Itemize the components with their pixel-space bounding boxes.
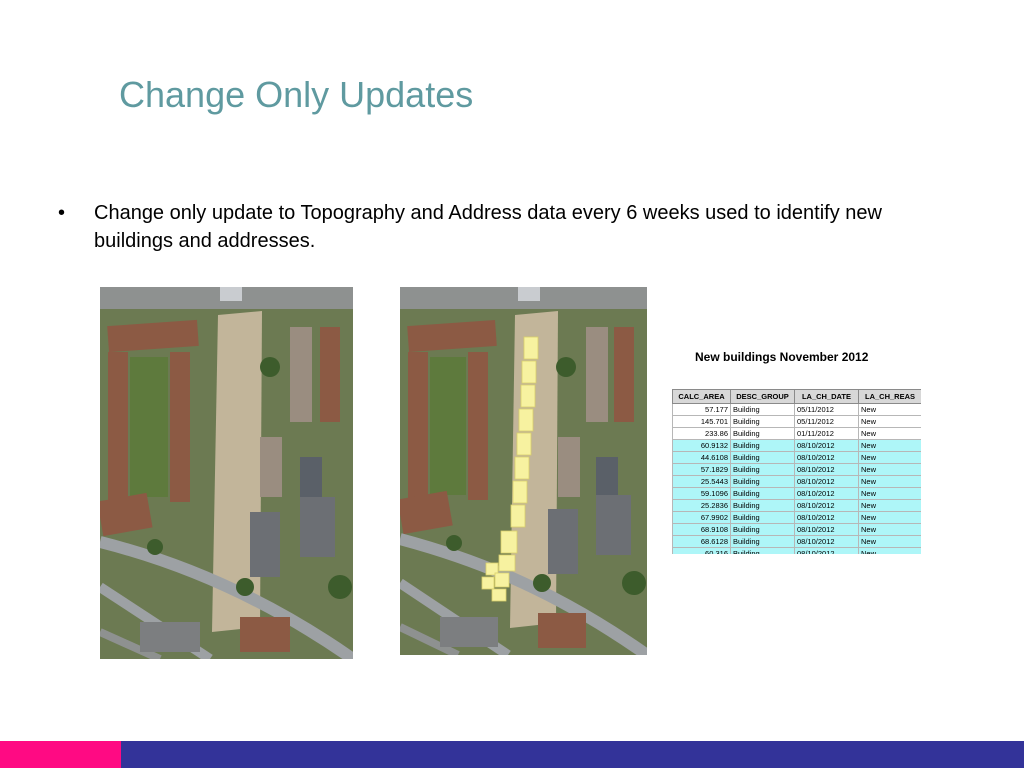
bullet-text: Change only update to Topography and Add… <box>94 202 882 252</box>
table-row[interactable]: 233.86 Building 01/11/2012 New <box>672 427 921 440</box>
cell-la-ch-reas: New <box>858 427 921 440</box>
cell-la-ch-reas: New <box>858 415 921 428</box>
table-row[interactable]: 145.701 Building 05/11/2012 New <box>672 415 921 428</box>
cell-la-ch-date: 05/11/2012 <box>794 403 859 416</box>
cell-desc-group: Building <box>730 547 795 554</box>
cell-desc-group: Building <box>730 415 795 428</box>
aerial-photo-after <box>400 287 647 655</box>
cell-desc-group: Building <box>730 403 795 416</box>
aerial-image-after <box>400 287 647 655</box>
cell-la-ch-date: 05/11/2012 <box>794 415 859 428</box>
table-header-row: CALC_AREA DESC_GROUP LA_CH_DATE LA_CH_RE… <box>672 389 921 404</box>
table-row[interactable]: 57.177 Building 05/11/2012 New <box>672 403 921 416</box>
cell-la-ch-date: 08/10/2012 <box>794 451 859 464</box>
cell-calc-area: 25.5443 <box>672 475 731 488</box>
cell-la-ch-reas: New <box>858 487 921 500</box>
cell-desc-group: Building <box>730 511 795 524</box>
table-row[interactable]: 60.9132 Building 08/10/2012 New <box>672 439 921 452</box>
column-header-la-ch-date[interactable]: LA_CH_DATE <box>794 389 859 404</box>
cell-calc-area: 60.9132 <box>672 439 731 452</box>
cell-calc-area: 59.1096 <box>672 487 731 500</box>
cell-desc-group: Building <box>730 451 795 464</box>
slide-title: Change Only Updates <box>119 74 474 115</box>
cell-la-ch-date: 08/10/2012 <box>794 439 859 452</box>
table-row[interactable]: 68.6128 Building 08/10/2012 New <box>672 535 921 548</box>
cell-desc-group: Building <box>730 463 795 476</box>
cell-la-ch-reas: New <box>858 547 921 554</box>
cell-calc-area: 68.9108 <box>672 523 731 536</box>
table-caption: New buildings November 2012 <box>695 350 869 364</box>
cell-calc-area: 68.6128 <box>672 535 731 548</box>
cell-la-ch-date: 08/10/2012 <box>794 547 859 554</box>
cell-la-ch-reas: New <box>858 523 921 536</box>
attribute-table: CALC_AREA DESC_GROUP LA_CH_DATE LA_CH_RE… <box>672 389 921 554</box>
cell-la-ch-date: 08/10/2012 <box>794 475 859 488</box>
table-row[interactable]: 44.6108 Building 08/10/2012 New <box>672 451 921 464</box>
cell-desc-group: Building <box>730 487 795 500</box>
footer-bar-blue <box>121 741 1024 768</box>
cell-la-ch-reas: New <box>858 499 921 512</box>
table-row[interactable]: 25.2836 Building 08/10/2012 New <box>672 499 921 512</box>
cell-calc-area: 57.1829 <box>672 463 731 476</box>
cell-la-ch-date: 08/10/2012 <box>794 463 859 476</box>
cell-calc-area: 67.9902 <box>672 511 731 524</box>
cell-desc-group: Building <box>730 475 795 488</box>
cell-desc-group: Building <box>730 427 795 440</box>
table-row[interactable]: 67.9902 Building 08/10/2012 New <box>672 511 921 524</box>
aerial-image-before <box>100 287 353 659</box>
column-header-la-ch-reas[interactable]: LA_CH_REAS <box>858 389 921 404</box>
cell-la-ch-reas: New <box>858 475 921 488</box>
cell-la-ch-reas: New <box>858 535 921 548</box>
table-row[interactable]: 68.9108 Building 08/10/2012 New <box>672 523 921 536</box>
table-row[interactable]: 60.316 Building 08/10/2012 New <box>672 547 921 554</box>
bullet-marker: • <box>58 202 66 224</box>
cell-calc-area: 60.316 <box>672 547 731 554</box>
cell-calc-area: 233.86 <box>672 427 731 440</box>
cell-la-ch-reas: New <box>858 451 921 464</box>
table-row[interactable]: 59.1096 Building 08/10/2012 New <box>672 487 921 500</box>
cell-la-ch-reas: New <box>858 463 921 476</box>
column-header-desc-group[interactable]: DESC_GROUP <box>730 389 795 404</box>
cell-la-ch-reas: New <box>858 403 921 416</box>
cell-la-ch-reas: New <box>858 511 921 524</box>
table-row[interactable]: 25.5443 Building 08/10/2012 New <box>672 475 921 488</box>
table-row[interactable]: 57.1829 Building 08/10/2012 New <box>672 463 921 476</box>
cell-calc-area: 145.701 <box>672 415 731 428</box>
cell-calc-area: 44.6108 <box>672 451 731 464</box>
aerial-photo-before <box>100 287 353 659</box>
cell-calc-area: 57.177 <box>672 403 731 416</box>
cell-la-ch-date: 08/10/2012 <box>794 511 859 524</box>
cell-la-ch-reas: New <box>858 439 921 452</box>
cell-la-ch-date: 08/10/2012 <box>794 523 859 536</box>
footer-accent-pink <box>0 741 121 768</box>
cell-desc-group: Building <box>730 499 795 512</box>
cell-la-ch-date: 01/11/2012 <box>794 427 859 440</box>
cell-la-ch-date: 08/10/2012 <box>794 499 859 512</box>
column-header-calc-area[interactable]: CALC_AREA <box>672 389 731 404</box>
cell-la-ch-date: 08/10/2012 <box>794 535 859 548</box>
cell-desc-group: Building <box>730 523 795 536</box>
cell-la-ch-date: 08/10/2012 <box>794 487 859 500</box>
cell-calc-area: 25.2836 <box>672 499 731 512</box>
cell-desc-group: Building <box>730 535 795 548</box>
cell-desc-group: Building <box>730 439 795 452</box>
